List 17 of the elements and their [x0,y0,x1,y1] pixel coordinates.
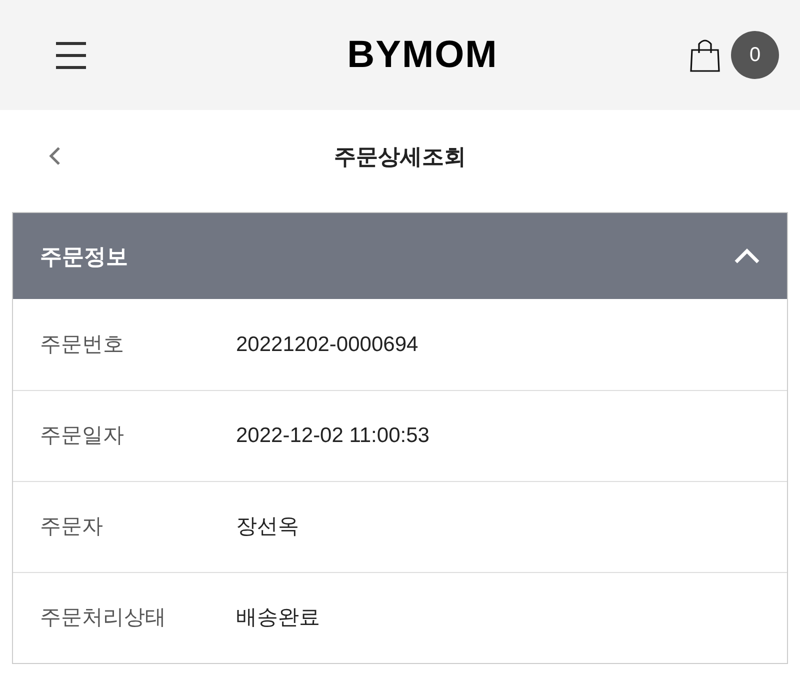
section-title: 주문정보 [40,242,128,270]
field-label: 주문일자 [40,423,125,450]
field-label: 주문번호 [40,332,125,358]
page-title: 주문상세조회 [334,142,466,170]
field-value: 장선옥 [236,514,299,540]
cart-count: 0 [731,31,779,79]
field-label: 주문처리상태 [40,605,167,632]
logo[interactable]: BYMOM [347,26,498,84]
back-icon[interactable] [48,146,62,166]
field-value: 배송완료 [236,605,320,632]
field-label: 주문자 [40,514,104,540]
shopping-bag-icon[interactable] [689,37,721,73]
section-header[interactable]: 주문정보 [13,213,787,299]
chevron-up-icon [734,248,760,264]
menu-icon[interactable] [56,42,86,68]
field-value: 20221202-0000694 [236,332,418,358]
field-value: 2022-12-02 11:00:53 [236,423,430,450]
